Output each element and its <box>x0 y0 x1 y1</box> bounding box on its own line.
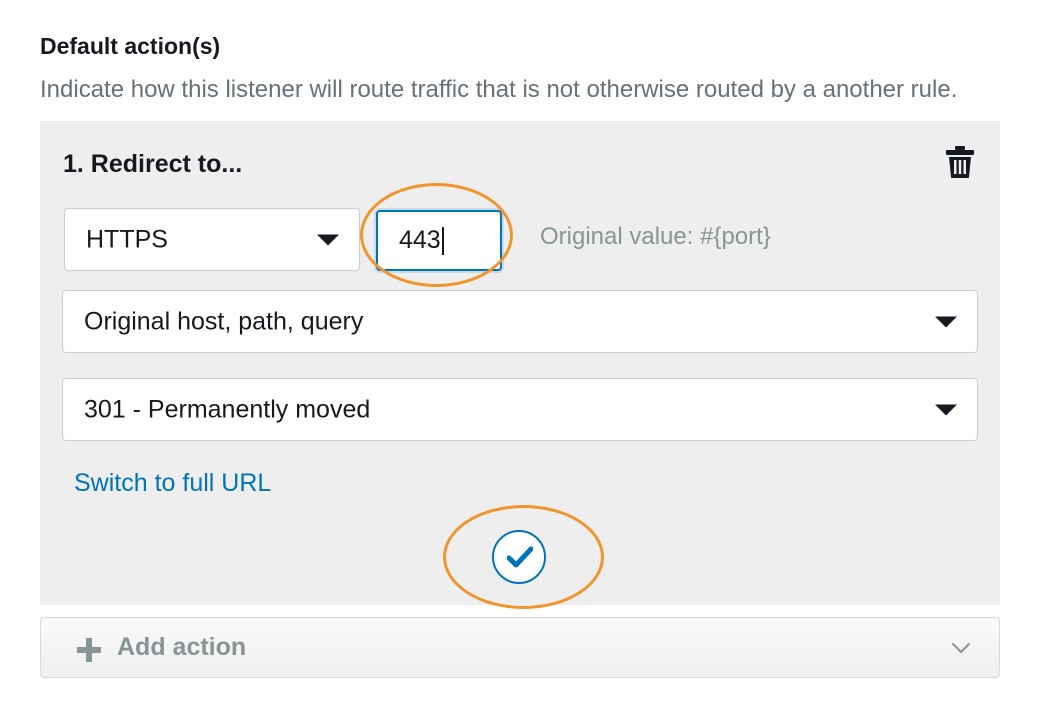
confirm-button[interactable] <box>492 530 546 584</box>
section-description: Indicate how this listener will route tr… <box>40 76 958 103</box>
caret-down-icon <box>317 234 339 245</box>
caret-down-icon <box>935 404 957 415</box>
plus-icon <box>77 638 101 662</box>
text-cursor <box>441 227 444 256</box>
port-original-hint: Original value: #{port} <box>540 223 771 250</box>
add-action-button[interactable]: Add action <box>40 617 1000 678</box>
port-input[interactable]: 443 <box>376 210 502 271</box>
protocol-value: HTTPS <box>86 225 168 253</box>
host-path-query-value: Original host, path, query <box>84 307 364 335</box>
host-path-query-select[interactable]: Original host, path, query <box>62 290 978 353</box>
caret-down-icon <box>935 316 957 327</box>
status-code-value: 301 - Permanently moved <box>84 395 371 423</box>
switch-to-full-url-link[interactable]: Switch to full URL <box>74 469 271 498</box>
trash-icon[interactable] <box>945 145 975 179</box>
section-title: Default action(s) <box>40 33 221 59</box>
status-code-select[interactable]: 301 - Permanently moved <box>62 378 978 441</box>
checkmark-icon <box>507 546 533 568</box>
action-title: 1. Redirect to... <box>63 150 243 178</box>
chevron-down-icon <box>952 643 970 653</box>
port-value: 443 <box>399 226 441 254</box>
add-action-label: Add action <box>117 633 247 661</box>
protocol-select[interactable]: HTTPS <box>64 208 360 271</box>
redirect-action-panel: 1. Redirect to... HTTPS 443 Original val… <box>40 121 1000 605</box>
